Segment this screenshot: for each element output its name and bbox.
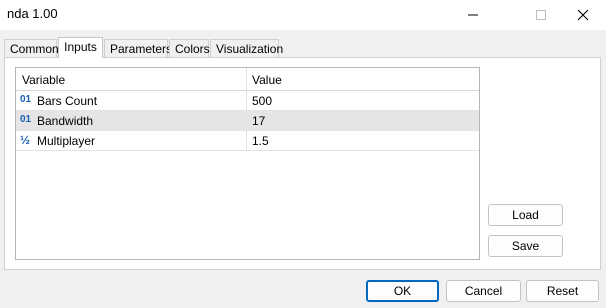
variable-name: Bars Count [37, 94, 98, 108]
close-icon [577, 9, 589, 21]
title-bar: nda 1.00 [0, 0, 606, 30]
tab-colors[interactable]: Colors [169, 39, 210, 57]
window-title: nda 1.00 [7, 6, 58, 21]
column-header-variable[interactable]: Variable [22, 73, 65, 87]
maximize-icon [536, 10, 546, 20]
integer-type-icon: 01 [20, 94, 32, 105]
tab-common[interactable]: Common [4, 39, 59, 57]
minimize-button[interactable] [450, 0, 496, 30]
variable-name: Multiplayer [37, 134, 96, 148]
table-row[interactable]: 01 Bars Count 500 [16, 91, 479, 111]
table-row[interactable]: ½ Multiplayer 1.5 [16, 131, 479, 151]
variable-value[interactable]: 500 [252, 94, 272, 108]
integer-type-icon: 01 [20, 114, 32, 125]
load-button[interactable]: Load [488, 204, 563, 226]
variable-value[interactable]: 17 [252, 114, 265, 128]
column-header-value[interactable]: Value [252, 73, 282, 87]
inputs-grid: Variable Value 01 Bars Count 500 01 Band… [15, 67, 480, 260]
reset-button[interactable]: Reset [526, 280, 599, 302]
table-row[interactable]: 01 Bandwidth 17 [16, 111, 479, 131]
save-button[interactable]: Save [488, 235, 563, 257]
variable-name: Bandwidth [37, 114, 94, 128]
minimize-icon [468, 14, 478, 16]
ok-button[interactable]: OK [366, 280, 439, 302]
variable-value[interactable]: 1.5 [252, 134, 269, 148]
tab-visualization[interactable]: Visualization [210, 39, 283, 57]
grid-header: Variable Value [16, 68, 479, 91]
tab-inputs[interactable]: Inputs [58, 37, 103, 58]
cancel-button[interactable]: Cancel [446, 280, 521, 302]
close-button[interactable] [560, 0, 606, 30]
double-type-icon: ½ [20, 133, 31, 147]
maximize-button [518, 0, 564, 30]
tab-parameters[interactable]: Parameters [104, 39, 172, 57]
